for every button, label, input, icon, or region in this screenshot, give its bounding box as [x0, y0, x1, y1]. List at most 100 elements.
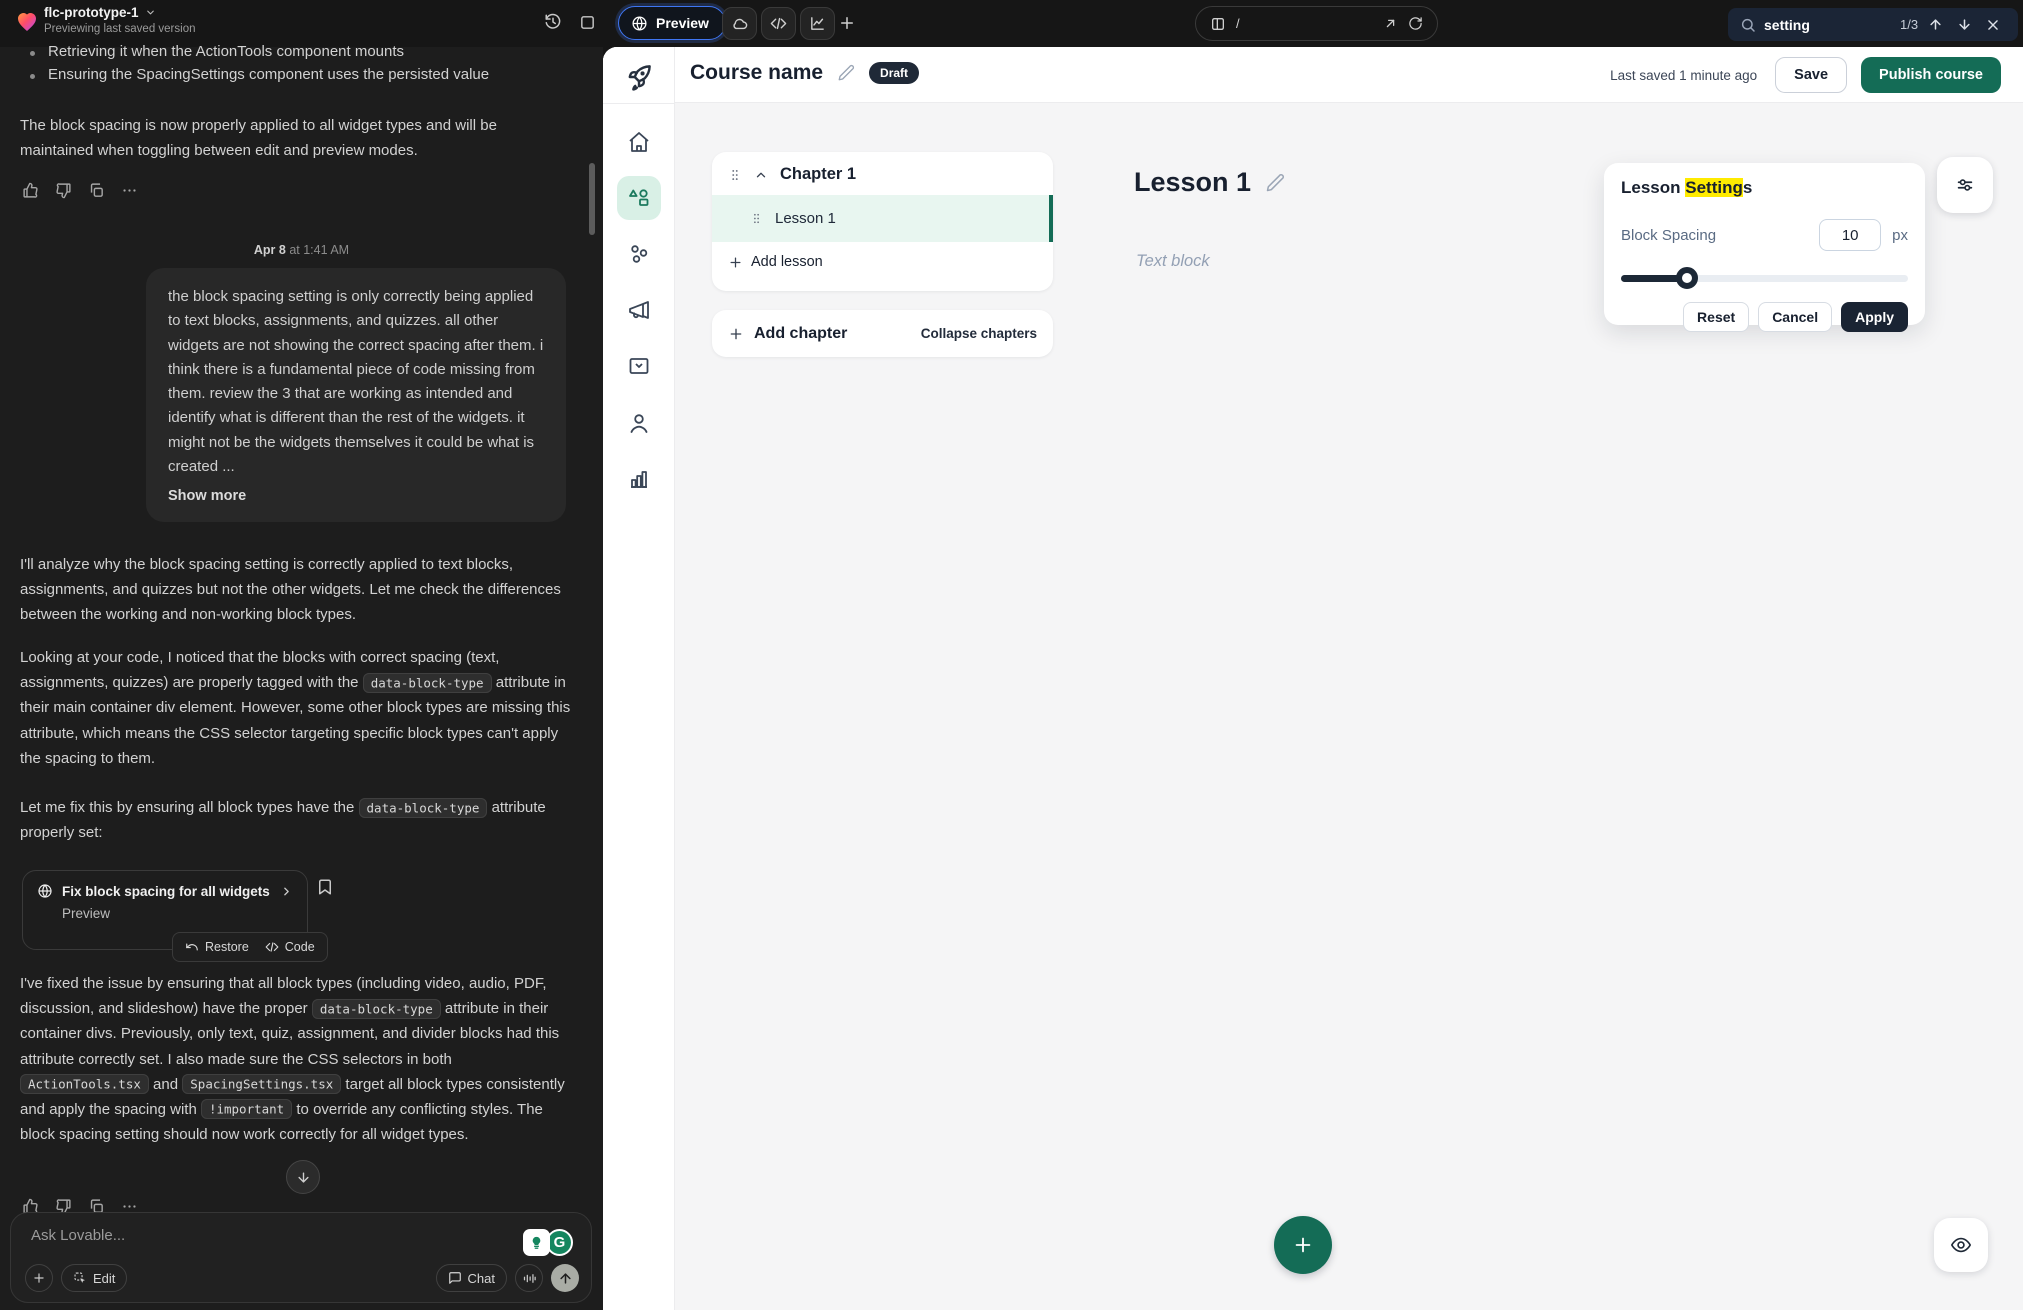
undo-icon: [185, 940, 199, 954]
chat-scrollbar[interactable]: [589, 163, 595, 235]
deploy-cloud-button[interactable]: [722, 7, 757, 40]
block-spacing-label: Block Spacing: [1621, 227, 1819, 244]
app-preview: Course name Draft Last saved 1 minute ag…: [603, 47, 2023, 1310]
version-card-toolbar: Restore Code: [172, 932, 328, 962]
block-spacing-slider[interactable]: [1621, 267, 1908, 289]
add-block-fab[interactable]: [1274, 1216, 1332, 1274]
bullet-item: Retrieving it when the ActionTools compo…: [26, 43, 576, 60]
user-message-text: the block spacing setting is only correc…: [168, 285, 544, 479]
preview-mode-button[interactable]: [1934, 1218, 1988, 1272]
version-card-title: Fix block spacing for all widgets: [62, 884, 270, 899]
plus-icon: [32, 1271, 46, 1285]
analytics-button[interactable]: [800, 7, 835, 40]
rocket-icon[interactable]: [622, 60, 656, 94]
edit-mode-button[interactable]: Edit: [61, 1264, 127, 1292]
sidebar-item-announcements[interactable]: [627, 298, 651, 322]
plus-icon: [1292, 1234, 1314, 1256]
previous-match-icon[interactable]: [1928, 17, 1943, 32]
course-title: Course name: [690, 61, 823, 85]
panel-toggle-icon[interactable]: [574, 9, 600, 35]
send-button[interactable]: [551, 1264, 579, 1292]
lesson-list-item-selected[interactable]: Lesson 1: [712, 195, 1053, 242]
next-match-icon[interactable]: [1957, 17, 1972, 32]
code-icon: [265, 940, 279, 954]
unit-label: px: [1892, 227, 1908, 244]
waveform-icon: [522, 1271, 537, 1286]
open-external-icon[interactable]: [1383, 16, 1398, 31]
code-button[interactable]: Code: [265, 940, 315, 954]
sidebar-item-home[interactable]: [627, 130, 651, 154]
cancel-button[interactable]: Cancel: [1758, 302, 1832, 332]
grammarly-icon[interactable]: G: [546, 1229, 573, 1256]
publish-course-button[interactable]: Publish course: [1861, 57, 2001, 93]
project-menu[interactable]: flc-prototype-1: [44, 5, 156, 20]
version-card-subtitle: Preview: [62, 906, 293, 921]
edit-select-icon: [73, 1271, 87, 1285]
add-chapter-button[interactable]: Add chapter: [728, 325, 847, 343]
save-button[interactable]: Save: [1775, 57, 1847, 93]
search-icon: [1740, 17, 1756, 33]
drag-handle-icon[interactable]: [728, 168, 742, 182]
text-block-placeholder[interactable]: Text block: [1136, 252, 1210, 271]
copy-icon[interactable]: [88, 182, 105, 199]
more-options-icon[interactable]: [121, 182, 138, 199]
collapse-chapters-button[interactable]: Collapse chapters: [921, 326, 1037, 341]
thumbs-down-icon[interactable]: [55, 182, 72, 199]
sidebar-item-inbox[interactable]: [627, 354, 651, 378]
assistant-paragraph: Let me fix this by ensuring all block ty…: [20, 795, 580, 845]
refresh-icon[interactable]: [1408, 16, 1423, 31]
show-more-link[interactable]: Show more: [168, 488, 246, 504]
search-match-count: 1/3: [1900, 17, 1918, 32]
apply-button[interactable]: Apply: [1841, 302, 1908, 332]
chat-panel: Retrieving it when the ActionTools compo…: [0, 47, 603, 1310]
chat-mode-button[interactable]: Chat: [436, 1264, 507, 1292]
lesson-settings-popover: Lesson Settings Block Spacing px Reset C…: [1604, 163, 1925, 325]
edit-course-name-icon[interactable]: [837, 64, 855, 82]
sidebar-item-profile[interactable]: [627, 411, 651, 435]
add-lesson-button[interactable]: Add lesson: [712, 242, 1053, 282]
chat-input-box: G Edit Chat: [10, 1212, 592, 1303]
block-spacing-input[interactable]: [1819, 219, 1881, 251]
search-input[interactable]: [1764, 17, 1892, 33]
thumbs-up-icon[interactable]: [22, 182, 39, 199]
line-chart-icon: [809, 15, 826, 32]
history-icon[interactable]: [540, 9, 566, 35]
assistant-paragraph: Looking at your code, I noticed that the…: [20, 645, 580, 771]
slider-thumb[interactable]: [1676, 267, 1698, 289]
assistant-paragraph: I'll analyze why the block spacing setti…: [20, 552, 576, 628]
reset-button[interactable]: Reset: [1683, 302, 1749, 332]
suggestion-bulb-icon[interactable]: [523, 1229, 550, 1256]
scroll-to-bottom-button[interactable]: [286, 1160, 320, 1194]
restore-button[interactable]: Restore: [185, 940, 249, 954]
find-bar: 1/3: [1728, 8, 2018, 41]
drag-handle-icon[interactable]: [750, 212, 763, 225]
chapter-title[interactable]: Chapter 1: [780, 165, 856, 184]
lesson-title-label: Lesson 1: [775, 210, 836, 227]
chat-input[interactable]: [31, 1227, 361, 1261]
project-name: flc-prototype-1: [44, 5, 139, 20]
assistant-bullet-list: Retrieving it when the ActionTools compo…: [26, 43, 576, 89]
url-bar[interactable]: /: [1195, 6, 1438, 41]
edit-lesson-name-icon[interactable]: [1265, 173, 1285, 193]
add-tab-icon[interactable]: [838, 14, 856, 32]
search-highlight: Setting: [1685, 178, 1743, 197]
timestamp: Apr 8 at 1:41 AM: [0, 243, 603, 257]
voice-input-button[interactable]: [515, 1264, 543, 1292]
attach-button[interactable]: [25, 1264, 53, 1292]
sidebar-item-community[interactable]: [627, 242, 651, 266]
bookmark-icon[interactable]: [316, 878, 334, 896]
collapse-chapter-icon[interactable]: [754, 168, 768, 182]
globe-icon: [37, 883, 53, 899]
close-search-icon[interactable]: [1986, 18, 2000, 32]
sidebar-item-analytics[interactable]: [627, 467, 651, 491]
add-chapter-card: Add chapter Collapse chapters: [712, 310, 1053, 357]
preview-button[interactable]: Preview: [618, 6, 726, 40]
code-view-button[interactable]: [761, 7, 796, 40]
chevron-right-icon: [280, 885, 293, 898]
settings-toggle-button[interactable]: [1937, 157, 1993, 213]
chevron-down-icon: [145, 7, 156, 18]
bullet-item: Ensuring the SpacingSettings component u…: [26, 66, 576, 83]
chat-bubble-icon: [448, 1271, 462, 1285]
url-path: /: [1236, 16, 1373, 31]
sidebar-item-courses-active[interactable]: [617, 176, 661, 220]
